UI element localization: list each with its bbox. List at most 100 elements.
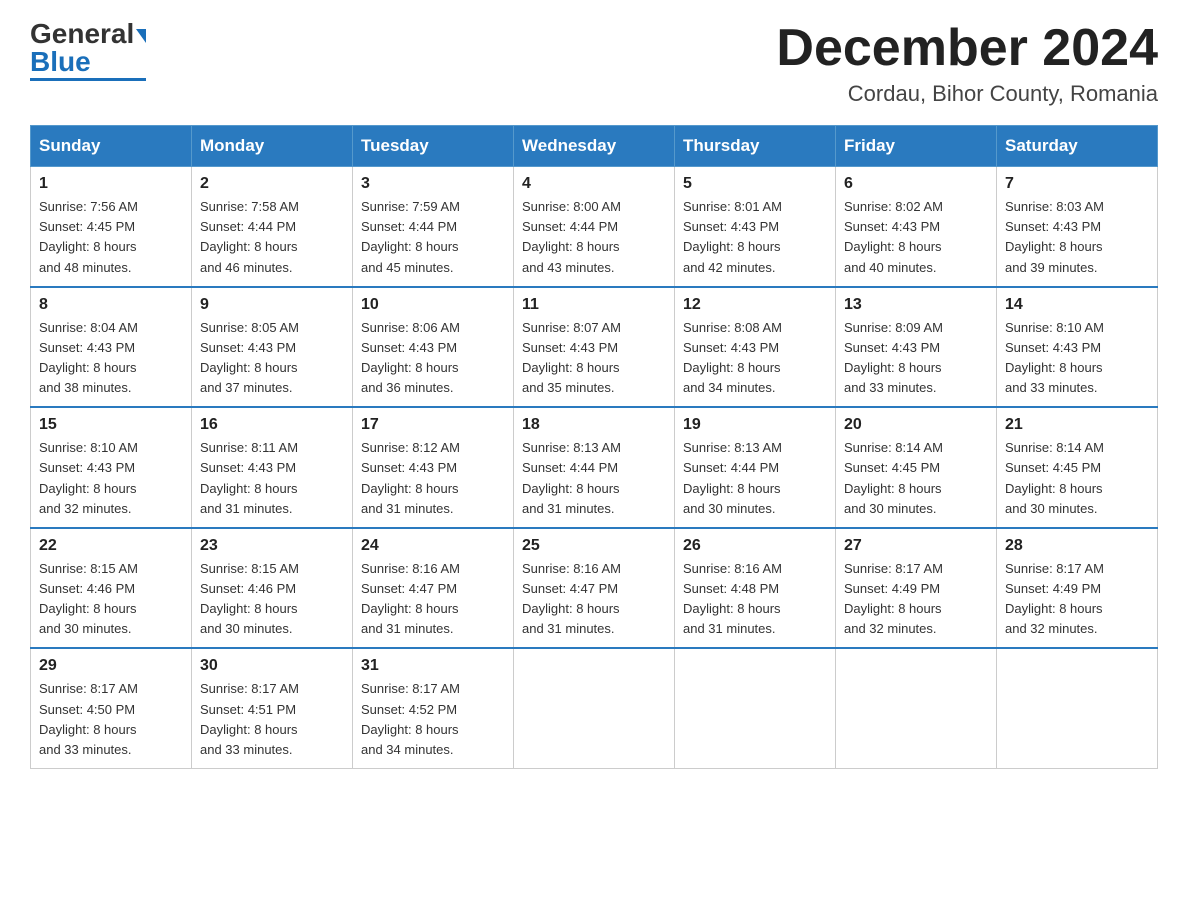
day-number: 16: [200, 416, 344, 434]
day-info: Sunrise: 8:15 AMSunset: 4:46 PMDaylight:…: [200, 559, 344, 640]
weekday-header-monday: Monday: [192, 126, 353, 167]
logo-triangle-icon: [136, 29, 146, 43]
day-info: Sunrise: 8:14 AMSunset: 4:45 PMDaylight:…: [844, 438, 988, 519]
calendar-day-cell: 28 Sunrise: 8:17 AMSunset: 4:49 PMDayligh…: [997, 528, 1158, 649]
calendar-day-cell: 26 Sunrise: 8:16 AMSunset: 4:48 PMDayligh…: [675, 528, 836, 649]
calendar-day-cell: 18Sunrise: 8:13 AMSunset: 4:44 PMDayligh…: [514, 407, 675, 528]
day-number: 23: [200, 537, 344, 555]
calendar-day-cell: 19 Sunrise: 8:13 AMSunset: 4:44 PMDayligh…: [675, 407, 836, 528]
page-header: General Blue December 2024 Cordau, Bihor…: [30, 20, 1158, 107]
calendar-week-row: 1Sunrise: 7:56 AMSunset: 4:45 PMDaylight…: [31, 167, 1158, 287]
logo-general-text: General: [30, 18, 134, 49]
calendar-day-cell: 31 Sunrise: 8:17 AMSunset: 4:52 PMDayligh…: [353, 648, 514, 768]
calendar-day-cell: 13 Sunrise: 8:09 AMSunset: 4:43 PMDayligh…: [836, 287, 997, 408]
day-info: Sunrise: 8:08 AMSunset: 4:43 PMDaylight:…: [683, 318, 827, 399]
day-number: 28: [1005, 537, 1149, 555]
day-info: Sunrise: 8:06 AMSunset: 4:43 PMDaylight:…: [361, 318, 505, 399]
day-number: 22: [39, 537, 183, 555]
title-area: December 2024 Cordau, Bihor County, Roma…: [776, 20, 1158, 107]
day-number: 6: [844, 175, 988, 193]
calendar-day-cell: 4Sunrise: 8:00 AMSunset: 4:44 PMDaylight…: [514, 167, 675, 287]
day-info: Sunrise: 7:56 AMSunset: 4:45 PMDaylight:…: [39, 197, 183, 278]
day-number: 10: [361, 296, 505, 314]
weekday-header-tuesday: Tuesday: [353, 126, 514, 167]
day-info: Sunrise: 8:03 AMSunset: 4:43 PMDaylight:…: [1005, 197, 1149, 278]
calendar-day-cell: [514, 648, 675, 768]
day-info: Sunrise: 8:16 AMSunset: 4:47 PMDaylight:…: [522, 559, 666, 640]
calendar-day-cell: 10 Sunrise: 8:06 AMSunset: 4:43 PMDayligh…: [353, 287, 514, 408]
day-info: Sunrise: 8:17 AMSunset: 4:50 PMDaylight:…: [39, 679, 183, 760]
day-info: Sunrise: 8:01 AMSunset: 4:43 PMDaylight:…: [683, 197, 827, 278]
calendar-day-cell: 2Sunrise: 7:58 AMSunset: 4:44 PMDaylight…: [192, 167, 353, 287]
day-number: 26: [683, 537, 827, 555]
day-info: Sunrise: 8:14 AMSunset: 4:45 PMDaylight:…: [1005, 438, 1149, 519]
day-number: 17: [361, 416, 505, 434]
day-number: 14: [1005, 296, 1149, 314]
weekday-header-sunday: Sunday: [31, 126, 192, 167]
day-number: 7: [1005, 175, 1149, 193]
day-number: 27: [844, 537, 988, 555]
calendar-day-cell: 16Sunrise: 8:11 AMSunset: 4:43 PMDayligh…: [192, 407, 353, 528]
day-info: Sunrise: 8:04 AMSunset: 4:43 PMDaylight:…: [39, 318, 183, 399]
day-number: 29: [39, 657, 183, 675]
logo: General Blue: [30, 20, 146, 76]
day-number: 9: [200, 296, 344, 314]
day-info: Sunrise: 8:07 AMSunset: 4:43 PMDaylight:…: [522, 318, 666, 399]
day-info: Sunrise: 8:02 AMSunset: 4:43 PMDaylight:…: [844, 197, 988, 278]
day-number: 30: [200, 657, 344, 675]
calendar-day-cell: 6 Sunrise: 8:02 AMSunset: 4:43 PMDaylight…: [836, 167, 997, 287]
calendar-day-cell: [836, 648, 997, 768]
calendar-day-cell: 8 Sunrise: 8:04 AMSunset: 4:43 PMDaylight…: [31, 287, 192, 408]
day-info: Sunrise: 8:00 AMSunset: 4:44 PMDaylight:…: [522, 197, 666, 278]
calendar-day-cell: 22 Sunrise: 8:15 AMSunset: 4:46 PMDayligh…: [31, 528, 192, 649]
day-info: Sunrise: 8:16 AMSunset: 4:48 PMDaylight:…: [683, 559, 827, 640]
calendar-week-row: 15Sunrise: 8:10 AMSunset: 4:43 PMDayligh…: [31, 407, 1158, 528]
day-info: Sunrise: 8:10 AMSunset: 4:43 PMDaylight:…: [1005, 318, 1149, 399]
day-info: Sunrise: 8:15 AMSunset: 4:46 PMDaylight:…: [39, 559, 183, 640]
day-number: 11: [522, 296, 666, 314]
day-info: Sunrise: 8:17 AMSunset: 4:49 PMDaylight:…: [844, 559, 988, 640]
day-info: Sunrise: 8:17 AMSunset: 4:52 PMDaylight:…: [361, 679, 505, 760]
calendar-day-cell: 20 Sunrise: 8:14 AMSunset: 4:45 PMDayligh…: [836, 407, 997, 528]
day-number: 21: [1005, 416, 1149, 434]
calendar-day-cell: 3Sunrise: 7:59 AMSunset: 4:44 PMDaylight…: [353, 167, 514, 287]
day-number: 8: [39, 296, 183, 314]
day-number: 13: [844, 296, 988, 314]
logo-blue-text: Blue: [30, 46, 91, 77]
calendar-day-cell: 1Sunrise: 7:56 AMSunset: 4:45 PMDaylight…: [31, 167, 192, 287]
day-info: Sunrise: 8:09 AMSunset: 4:43 PMDaylight:…: [844, 318, 988, 399]
month-title: December 2024: [776, 20, 1158, 77]
day-number: 25: [522, 537, 666, 555]
calendar-day-cell: 5Sunrise: 8:01 AMSunset: 4:43 PMDaylight…: [675, 167, 836, 287]
logo-underline: [30, 78, 146, 81]
calendar-day-cell: 27 Sunrise: 8:17 AMSunset: 4:49 PMDayligh…: [836, 528, 997, 649]
weekday-header-wednesday: Wednesday: [514, 126, 675, 167]
day-number: 19: [683, 416, 827, 434]
calendar-week-row: 8 Sunrise: 8:04 AMSunset: 4:43 PMDaylight…: [31, 287, 1158, 408]
calendar-table: SundayMondayTuesdayWednesdayThursdayFrid…: [30, 125, 1158, 769]
day-number: 12: [683, 296, 827, 314]
day-number: 31: [361, 657, 505, 675]
calendar-day-cell: 29 Sunrise: 8:17 AMSunset: 4:50 PMDayligh…: [31, 648, 192, 768]
weekday-header-thursday: Thursday: [675, 126, 836, 167]
calendar-day-cell: 7 Sunrise: 8:03 AMSunset: 4:43 PMDaylight…: [997, 167, 1158, 287]
day-info: Sunrise: 8:17 AMSunset: 4:49 PMDaylight:…: [1005, 559, 1149, 640]
calendar-week-row: 29 Sunrise: 8:17 AMSunset: 4:50 PMDayligh…: [31, 648, 1158, 768]
calendar-day-cell: 24Sunrise: 8:16 AMSunset: 4:47 PMDayligh…: [353, 528, 514, 649]
day-info: Sunrise: 8:12 AMSunset: 4:43 PMDaylight:…: [361, 438, 505, 519]
calendar-week-row: 22 Sunrise: 8:15 AMSunset: 4:46 PMDayligh…: [31, 528, 1158, 649]
calendar-day-cell: 21 Sunrise: 8:14 AMSunset: 4:45 PMDayligh…: [997, 407, 1158, 528]
day-number: 20: [844, 416, 988, 434]
calendar-day-cell: 25 Sunrise: 8:16 AMSunset: 4:47 PMDayligh…: [514, 528, 675, 649]
calendar-day-cell: [675, 648, 836, 768]
calendar-day-cell: 12 Sunrise: 8:08 AMSunset: 4:43 PMDayligh…: [675, 287, 836, 408]
location-title: Cordau, Bihor County, Romania: [776, 81, 1158, 107]
calendar-day-cell: 15Sunrise: 8:10 AMSunset: 4:43 PMDayligh…: [31, 407, 192, 528]
calendar-day-cell: 9Sunrise: 8:05 AMSunset: 4:43 PMDaylight…: [192, 287, 353, 408]
day-info: Sunrise: 8:10 AMSunset: 4:43 PMDaylight:…: [39, 438, 183, 519]
day-info: Sunrise: 8:13 AMSunset: 4:44 PMDaylight:…: [683, 438, 827, 519]
day-number: 18: [522, 416, 666, 434]
weekday-header-saturday: Saturday: [997, 126, 1158, 167]
day-info: Sunrise: 7:58 AMSunset: 4:44 PMDaylight:…: [200, 197, 344, 278]
day-info: Sunrise: 7:59 AMSunset: 4:44 PMDaylight:…: [361, 197, 505, 278]
